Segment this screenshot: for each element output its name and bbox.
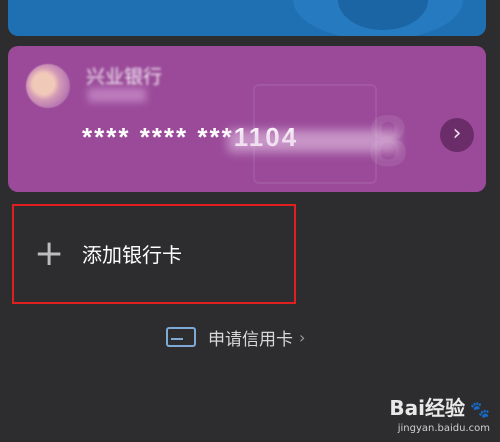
add-bank-card-label: 添加银行卡 — [82, 243, 182, 267]
watermark-url: jingyan.baidu.com — [397, 423, 490, 434]
baidu-jingyan-watermark: Bai经验 🐾 jingyan.baidu.com — [380, 392, 490, 434]
apply-credit-card-label: 申请信用卡 — [208, 329, 293, 350]
add-bank-card-button[interactable]: + 添加银行卡 — [12, 204, 296, 304]
bank-card[interactable]: 8 兴业银行 **** **** ***1104 › — [8, 46, 486, 192]
watermark-brand: Bai经验 — [389, 396, 465, 420]
bank-logo-icon — [26, 64, 70, 108]
top-bank-card[interactable] — [8, 0, 486, 36]
card-type-blurred — [88, 88, 146, 102]
bank-name: 兴业银行 — [86, 66, 163, 88]
paw-icon: 🐾 — [470, 400, 490, 419]
apply-credit-card-link[interactable]: 申请信用卡 › — [166, 322, 305, 352]
card-number-blur — [228, 130, 398, 152]
chevron-right-icon: › — [299, 327, 306, 347]
plus-icon: + — [34, 233, 65, 274]
credit-card-icon — [166, 327, 196, 347]
chevron-right-icon[interactable]: › — [440, 118, 474, 152]
